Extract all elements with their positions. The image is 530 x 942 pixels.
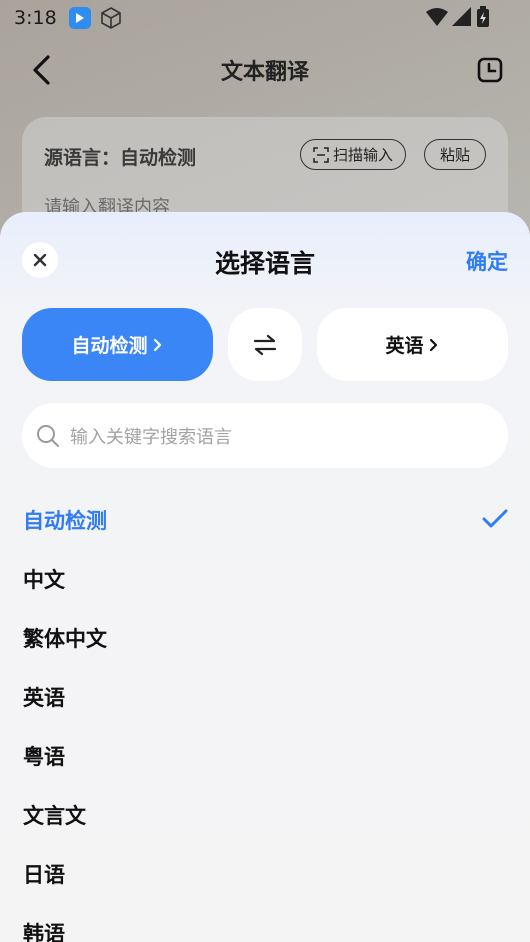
signal-icon xyxy=(452,7,471,26)
scan-input-button[interactable]: 扫描输入 xyxy=(300,139,407,170)
language-label: 英语 xyxy=(23,685,65,710)
page-title: 文本翻译 xyxy=(220,60,309,85)
history-icon[interactable] xyxy=(476,56,504,84)
swap-icon xyxy=(253,334,277,355)
language-item[interactable]: 韩语 xyxy=(0,903,530,942)
confirm-button[interactable]: 确定 xyxy=(466,246,508,276)
language-picker-sheet: 选择语言 确定 自动检测 英语 输入关键字搜索语言 自动检测 中文 繁体中文 英… xyxy=(0,212,530,942)
language-item[interactable]: 自动检测 xyxy=(0,490,530,549)
swap-languages-button[interactable] xyxy=(228,308,302,381)
language-item[interactable]: 中文 xyxy=(0,549,530,608)
source-language-button[interactable]: 自动检测 xyxy=(22,308,213,381)
status-icons xyxy=(426,6,490,28)
sheet-title: 选择语言 xyxy=(214,249,315,278)
cube-icon xyxy=(99,6,123,30)
language-list: 自动检测 中文 繁体中文 英语 粤语 文言文 日语 韩语 xyxy=(0,490,530,942)
language-selector-row: 自动检测 英语 xyxy=(22,308,508,381)
language-label: 自动检测 xyxy=(23,508,107,533)
search-placeholder: 输入关键字搜索语言 xyxy=(70,426,232,448)
language-item[interactable]: 繁体中文 xyxy=(0,608,530,667)
source-language-label: 源语言：自动检测 xyxy=(44,147,197,169)
source-language-value: 自动检测 xyxy=(71,335,148,357)
language-search-input[interactable]: 输入关键字搜索语言 xyxy=(22,403,508,468)
target-language-button[interactable]: 英语 xyxy=(317,308,508,381)
paste-button[interactable]: 粘贴 xyxy=(424,139,486,170)
search-icon xyxy=(37,424,59,447)
battery-icon xyxy=(477,6,489,27)
scan-input-label: 扫描输入 xyxy=(333,146,394,164)
language-label: 日语 xyxy=(23,862,65,887)
chevron-right-icon xyxy=(153,338,161,351)
target-language-value: 英语 xyxy=(385,335,424,357)
language-label: 中文 xyxy=(23,567,65,592)
paste-label: 粘贴 xyxy=(439,146,470,164)
app-notification-icon xyxy=(68,7,91,29)
chevron-right-icon xyxy=(429,338,437,351)
language-item[interactable]: 日语 xyxy=(0,844,530,903)
status-time: 3:18 xyxy=(14,7,57,29)
language-item[interactable]: 粤语 xyxy=(0,726,530,785)
status-bar: 3:18 xyxy=(0,0,530,36)
language-item[interactable]: 英语 xyxy=(0,667,530,726)
language-label: 繁体中文 xyxy=(23,626,107,651)
check-icon xyxy=(482,509,508,528)
wifi-icon xyxy=(426,8,448,26)
language-label: 韩语 xyxy=(23,921,65,942)
language-label: 粤语 xyxy=(23,744,65,769)
language-item[interactable]: 文言文 xyxy=(0,785,530,844)
back-arrow-icon[interactable] xyxy=(24,52,60,88)
scan-icon xyxy=(313,146,329,163)
top-bar: 文本翻译 xyxy=(0,44,530,96)
language-label: 文言文 xyxy=(23,803,86,828)
